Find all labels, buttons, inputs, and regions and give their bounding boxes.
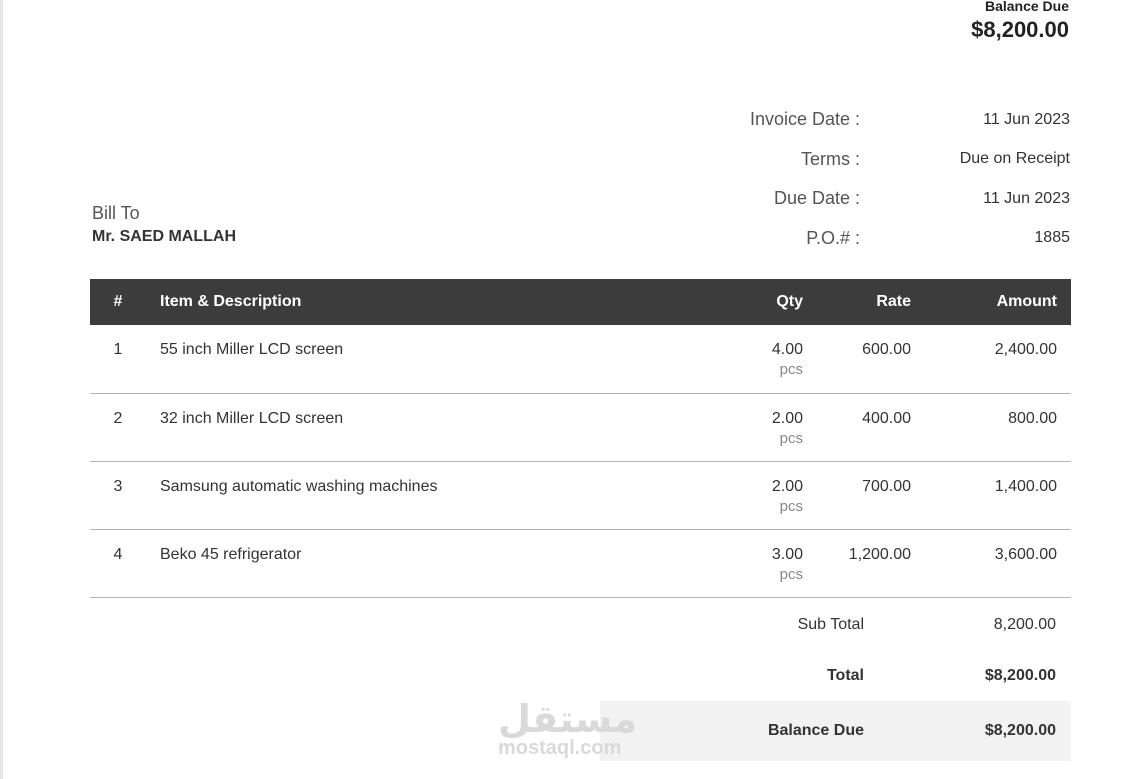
row-unit: pcs bbox=[779, 429, 803, 447]
subtotal-value: 8,200.00 bbox=[993, 616, 1056, 633]
meta-row-po: P.O.# : 1885 bbox=[600, 219, 1070, 259]
row-rate: 400.00 bbox=[862, 409, 911, 427]
row-rate: 1,200.00 bbox=[848, 545, 911, 563]
row-amount: 800.00 bbox=[1008, 409, 1057, 427]
row-num: 2 bbox=[113, 409, 123, 427]
customer-name: Mr. SAED MALLAH bbox=[92, 228, 236, 245]
meta-key: Terms : bbox=[800, 148, 860, 169]
watermark-arabic-text: مستقل bbox=[498, 697, 637, 741]
row-qty: 4.00 bbox=[771, 341, 803, 358]
table-header-row: # Item & Description Qty Rate Amount bbox=[90, 279, 1071, 325]
balance-due-amount: $8,200.00 bbox=[971, 17, 1069, 42]
row-amount: 2,400.00 bbox=[994, 341, 1057, 358]
total-label: Total bbox=[826, 667, 864, 684]
row-amount: 1,400.00 bbox=[994, 477, 1057, 495]
row-num: 4 bbox=[113, 545, 123, 563]
total-value: $8,200.00 bbox=[984, 667, 1056, 684]
page-edge bbox=[0, 0, 3, 779]
row-qty-cell: 2.00 pcs bbox=[699, 461, 817, 529]
row-unit: pcs bbox=[779, 361, 803, 378]
meta-row-terms: Terms : Due on Receipt bbox=[600, 140, 1070, 180]
table-row: 1 55 inch Miller LCD screen 4.00 pcs 600.… bbox=[90, 325, 1071, 393]
balance-due-row: Balance Due $8,200.00 bbox=[600, 701, 1071, 761]
row-description: 32 inch Miller LCD screen bbox=[160, 409, 344, 427]
balance-due-row-label: Balance Due bbox=[767, 722, 864, 739]
table-row: 3 Samsung automatic washing machines 2.0… bbox=[90, 461, 1071, 529]
row-qty-cell: 3.00 pcs bbox=[699, 529, 817, 597]
row-qty: 2.00 bbox=[771, 409, 803, 427]
meta-row-due-date: Due Date : 11 Jun 2023 bbox=[600, 179, 1070, 219]
header-qty: Qty bbox=[776, 293, 803, 310]
bill-to: Bill To Mr. SAED MALLAH bbox=[92, 203, 236, 246]
row-unit: pcs bbox=[779, 497, 803, 515]
meta-row-invoice-date: Invoice Date : 11 Jun 2023 bbox=[600, 100, 1070, 140]
balance-due-row-value: $8,200.00 bbox=[984, 722, 1056, 739]
row-description: Beko 45 refrigerator bbox=[160, 545, 302, 563]
row-qty-cell: 4.00 pcs bbox=[699, 325, 817, 393]
meta-key: Invoice Date : bbox=[749, 109, 860, 130]
total-row: Total $8,200.00 bbox=[600, 655, 1071, 697]
balance-due-label: Balance Due bbox=[984, 0, 1069, 14]
row-rate: 700.00 bbox=[862, 477, 911, 495]
bill-to-label: Bill To bbox=[92, 203, 140, 223]
header-rate: Rate bbox=[876, 293, 911, 310]
row-description: Samsung automatic washing machines bbox=[160, 477, 438, 495]
subtotal-row: Sub Total 8,200.00 bbox=[600, 604, 1071, 646]
meta-value: 11 Jun 2023 bbox=[983, 189, 1070, 207]
meta-value: Due on Receipt bbox=[959, 150, 1070, 168]
table-row: 4 Beko 45 refrigerator 3.00 pcs 1,200.00 … bbox=[90, 529, 1071, 597]
row-qty: 3.00 bbox=[771, 545, 803, 563]
row-qty: 2.00 bbox=[771, 477, 803, 495]
meta-key: Due Date : bbox=[773, 188, 860, 209]
row-amount: 3,600.00 bbox=[994, 545, 1057, 563]
mostaql-watermark: مستقل mostaql.com bbox=[498, 700, 637, 758]
header-description: Item & Description bbox=[160, 293, 302, 310]
row-unit: pcs bbox=[779, 565, 803, 583]
table-row: 2 32 inch Miller LCD screen 2.00 pcs 400.… bbox=[90, 393, 1071, 461]
meta-value: 1885 bbox=[1034, 229, 1070, 247]
subtotal-label: Sub Total bbox=[797, 616, 864, 633]
meta-key: P.O.# : bbox=[806, 227, 860, 248]
header-num: # bbox=[113, 293, 123, 310]
balance-due-header: Balance Due $8,200.00 bbox=[971, 0, 1069, 43]
row-description: 55 inch Miller LCD screen bbox=[160, 341, 344, 358]
row-qty-cell: 2.00 pcs bbox=[699, 393, 817, 461]
meta-value: 11 Jun 2023 bbox=[983, 110, 1070, 128]
watermark-latin-text: mostaql.com bbox=[498, 737, 622, 759]
items-table: # Item & Description Qty Rate Amount 1 5… bbox=[90, 279, 1071, 598]
row-rate: 600.00 bbox=[862, 341, 911, 358]
invoice-meta: Invoice Date : 11 Jun 2023 Terms : Due o… bbox=[600, 100, 1070, 258]
row-num: 3 bbox=[113, 477, 123, 495]
row-num: 1 bbox=[113, 341, 123, 358]
header-amount: Amount bbox=[996, 293, 1057, 310]
